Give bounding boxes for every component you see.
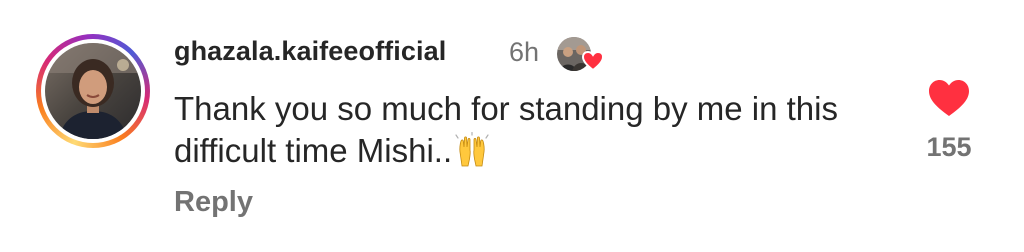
comment-text: Thank you so much for standing by me in … [174, 88, 894, 178]
profile-photo-icon [45, 43, 141, 139]
raising-hands-emoji-icon [454, 131, 490, 178]
timestamp: 6h [509, 37, 540, 67]
like-count: 155 [926, 132, 972, 162]
author-liked-badge-icon [555, 32, 607, 76]
avatar-story-ring[interactable] [36, 34, 150, 148]
comment-body: Thank you so much for standing by me in … [174, 90, 838, 169]
username[interactable]: ghazala.kaifeeofficial [174, 36, 446, 67]
avatar[interactable] [45, 43, 141, 139]
heart-icon[interactable] [927, 78, 971, 118]
comment-item: ghazala.kaifeeofficial 6h Thank you so m… [0, 0, 1024, 252]
reply-button[interactable]: Reply [174, 186, 253, 219]
